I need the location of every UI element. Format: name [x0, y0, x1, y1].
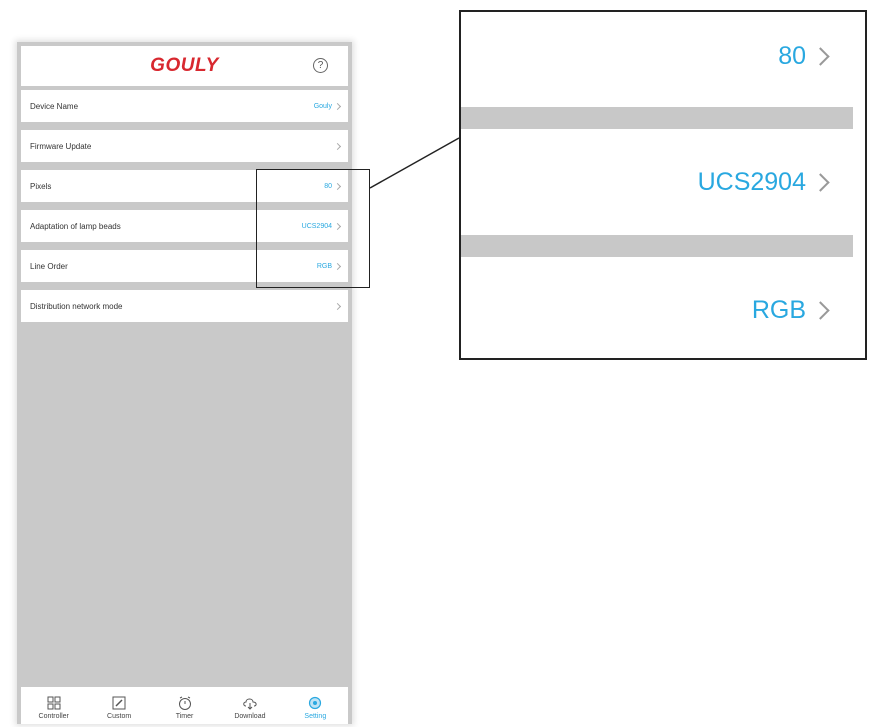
setting-label: Firmware Update: [30, 141, 92, 151]
chevron-right-icon: [811, 300, 830, 320]
setting-device-name[interactable]: Device Name Gouly: [21, 90, 348, 122]
tab-setting[interactable]: Setting: [283, 687, 348, 724]
zoom-value: 80: [778, 41, 806, 70]
setting-value: Gouly: [313, 102, 332, 110]
tab-label: Setting: [304, 713, 327, 720]
tab-label: Custom: [107, 713, 132, 720]
highlight-box: [256, 169, 370, 288]
setting-label: Device Name: [30, 101, 79, 111]
tab-label: Timer: [175, 713, 194, 720]
setting-label: Adaptation of lamp beads: [30, 221, 121, 231]
edit-icon: [112, 696, 126, 710]
setting-label: Pixels: [30, 181, 52, 191]
setting-firmware-update[interactable]: Firmware Update: [21, 130, 348, 162]
divider: [461, 235, 853, 257]
zoom-value: UCS2904: [697, 167, 806, 196]
chevron-right-icon: [811, 46, 830, 66]
zoom-row-pixels: 80: [461, 36, 865, 76]
divider: [461, 107, 853, 129]
tab-label: Controller: [38, 713, 69, 720]
zoom-row-line-order: RGB: [461, 290, 865, 330]
tab-timer[interactable]: Timer: [152, 687, 217, 724]
clock-icon: [178, 696, 191, 710]
tab-controller[interactable]: Controller: [21, 687, 86, 724]
gear-icon: [309, 696, 322, 710]
phone-screen: GOULY ? Device Name Gouly Firmware Updat…: [17, 42, 352, 724]
chevron-right-icon: [811, 172, 830, 192]
cloud-download-icon: [243, 698, 257, 710]
app-header: GOULY ?: [21, 46, 348, 86]
setting-label: Distribution network mode: [30, 301, 123, 311]
tab-label: Download: [234, 713, 266, 720]
chevron-right-icon: [333, 142, 342, 150]
setting-distribution-network-mode[interactable]: Distribution network mode: [21, 290, 348, 322]
grid-icon: [47, 696, 61, 710]
chevron-right-icon: [333, 302, 342, 310]
setting-label: Line Order: [30, 261, 68, 271]
bottom-tab-bar: Controller Custom Timer Download Setting: [21, 687, 348, 724]
zoom-callout-panel: 80 UCS2904 RGB: [459, 10, 867, 360]
zoom-value: RGB: [751, 295, 806, 324]
brand-logo: GOULY: [150, 55, 219, 76]
chevron-right-icon: [333, 102, 342, 110]
help-icon[interactable]: ?: [313, 58, 328, 73]
zoom-row-lamp-beads: UCS2904: [461, 162, 865, 202]
tab-custom[interactable]: Custom: [86, 687, 151, 724]
tab-download[interactable]: Download: [217, 687, 282, 724]
